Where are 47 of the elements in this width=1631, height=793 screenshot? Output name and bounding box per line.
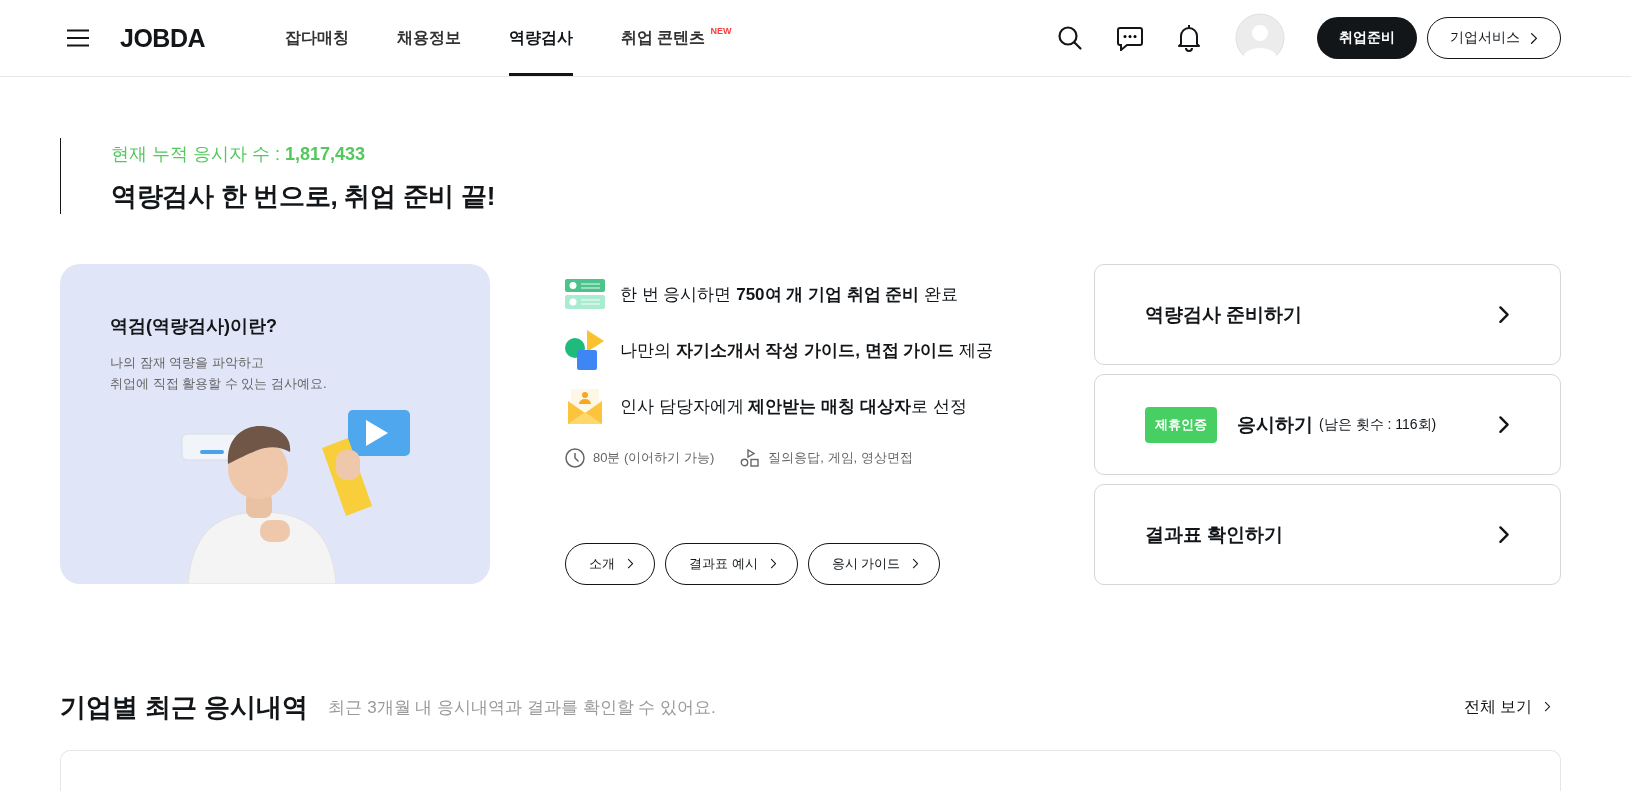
nav-tab[interactable]: 역량검사 — [509, 0, 573, 76]
search-icon[interactable] — [1057, 25, 1083, 51]
menu-icon[interactable] — [66, 29, 90, 47]
bell-icon[interactable] — [1177, 24, 1201, 52]
chevron-right-icon — [1498, 414, 1510, 435]
id-cards-icon — [565, 279, 605, 309]
chevron-right-icon — [1498, 524, 1510, 545]
feature-text: 한 번 응시하면 750여 개 기업 취업 준비 완료 — [620, 283, 959, 306]
certified-badge: 제휴인증 — [1145, 406, 1217, 443]
headline: 역량검사 한 번으로, 취업 준비 끝! — [111, 180, 496, 213]
nav-tab[interactable]: 채용정보 — [397, 0, 461, 76]
clock-icon — [565, 448, 585, 468]
shapes-icon — [565, 330, 605, 370]
chevron-right-icon — [1498, 304, 1510, 325]
header-button[interactable]: 취업준비 — [1317, 17, 1417, 59]
chevron-right-icon — [769, 558, 777, 570]
section-subtitle: 최근 3개월 내 응시내역과 결과를 확인할 수 있어요. — [328, 696, 716, 719]
action-title: 결과표 확인하기 — [1145, 522, 1284, 547]
panel-title: 역검(역량검사)이란? — [110, 315, 277, 338]
view-all-link[interactable]: 전체 보기 — [1463, 696, 1551, 718]
new-label: NEW — [710, 26, 732, 36]
mail-icon — [567, 388, 603, 424]
link-button[interactable]: 응시 가이드 — [807, 543, 941, 585]
section-title: 기업별 최근 응시내역 — [60, 690, 309, 724]
remaining-count: (남은 횟수 : 116회) — [1319, 415, 1437, 434]
nav-tab[interactable]: 잡다매칭 — [285, 0, 349, 76]
feature-text: 인사 담당자에게 제안받는 매칭 대상자로 선정 — [620, 395, 967, 418]
link-button[interactable]: 소개 — [565, 543, 655, 585]
action-title: 응시하기 — [1237, 412, 1313, 437]
logo[interactable]: JOBDA — [120, 23, 205, 53]
action-card[interactable]: 제휴인증 응시하기 (남은 횟수 : 116회) — [1094, 374, 1561, 475]
feature-text: 나만의 자기소개서 작성 가이드, 면접 가이드 제공 — [620, 339, 994, 362]
panel-description: 나의 잠재 역량을 파악하고 취업에 직접 활용할 수 있는 검사예요. — [110, 354, 327, 393]
action-card[interactable]: 결과표 확인하기 — [1094, 484, 1561, 585]
chevron-right-icon — [1530, 31, 1538, 45]
link-button[interactable]: 결과표 예시 — [665, 543, 798, 585]
action-title: 역량검사 준비하기 — [1145, 302, 1303, 327]
applicant-count: 현재 누적 응시자 수 : 1,817,433 — [111, 143, 367, 166]
chevron-right-icon — [627, 558, 634, 570]
chevron-right-icon — [912, 558, 920, 570]
action-card[interactable]: 역량검사 준비하기 — [1094, 264, 1561, 365]
exam-info: 80분 (이어하기 가능) — [593, 449, 715, 467]
header-button[interactable]: 기업서비스 — [1427, 17, 1561, 59]
shapes-outline-icon — [740, 449, 761, 467]
chat-icon[interactable] — [1117, 25, 1143, 51]
exam-info: 질의응답, 게임, 영상면접 — [768, 449, 913, 467]
chevron-right-icon — [1544, 701, 1551, 713]
